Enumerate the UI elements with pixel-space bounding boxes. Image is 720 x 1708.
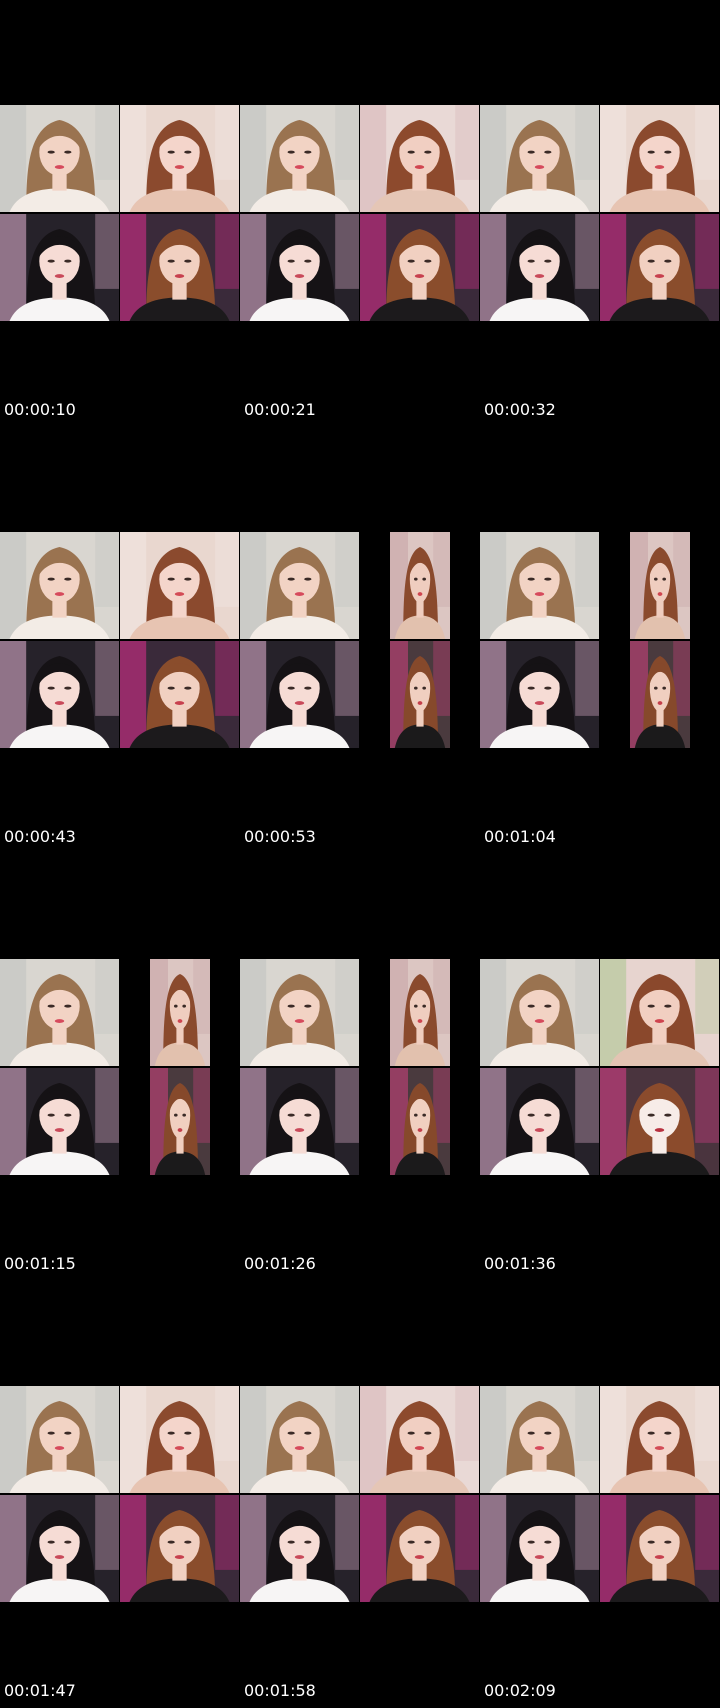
- frame-timestamp: 00:01:36: [484, 1254, 556, 1273]
- video-frame-thumbnail: [480, 641, 599, 748]
- video-frame-thumbnail: [120, 105, 239, 212]
- video-frame-thumbnail: [240, 959, 359, 1066]
- frame-timestamp: 00:00:21: [244, 400, 316, 419]
- video-frame-thumbnail: [120, 1495, 239, 1602]
- video-frame-thumbnail: [360, 105, 479, 212]
- video-frame-thumbnail: [120, 214, 239, 321]
- frame-timestamp: 00:02:09: [484, 1681, 556, 1700]
- frame-timestamp: 00:00:10: [4, 400, 76, 419]
- frame-timestamp: 00:00:53: [244, 827, 316, 846]
- video-frame-thumbnail: [0, 1386, 119, 1493]
- video-frame-thumbnail: [0, 1068, 119, 1175]
- video-frame-thumbnail: [240, 214, 359, 321]
- video-frame-thumbnail: [600, 105, 719, 212]
- video-frame-thumbnail: [480, 105, 599, 212]
- video-frame-thumbnail: [390, 532, 450, 639]
- video-frame-thumbnail: [360, 214, 479, 321]
- video-frame-thumbnail: [390, 959, 450, 1066]
- frame-timestamp: 00:01:47: [4, 1681, 76, 1700]
- video-frame-thumbnail: [240, 1068, 359, 1175]
- video-frame-thumbnail: [0, 641, 119, 748]
- video-frame-thumbnail: [600, 1495, 719, 1602]
- frame-timestamp: 00:01:04: [484, 827, 556, 846]
- video-frame-thumbnail: [390, 641, 450, 748]
- video-frame-thumbnail: [240, 1386, 359, 1493]
- video-frame-thumbnail: [480, 959, 599, 1066]
- video-frame-thumbnail: [0, 532, 119, 639]
- video-frame-thumbnail: [0, 1495, 119, 1602]
- video-frame-thumbnail: [0, 105, 119, 212]
- frame-timestamp: 00:01:58: [244, 1681, 316, 1700]
- video-frame-thumbnail: [600, 959, 719, 1066]
- video-frame-thumbnail: [480, 1068, 599, 1175]
- video-frame-thumbnail: [240, 532, 359, 639]
- video-frame-thumbnail: [480, 1386, 599, 1493]
- video-frame-thumbnail: [630, 532, 690, 639]
- video-frame-thumbnail: [360, 1495, 479, 1602]
- video-frame-thumbnail: [480, 214, 599, 321]
- video-frame-thumbnail: [600, 1068, 719, 1175]
- video-frame-thumbnail: [600, 1386, 719, 1493]
- video-frame-thumbnail: [150, 1068, 210, 1175]
- video-frame-thumbnail: [240, 105, 359, 212]
- video-frame-thumbnail: [240, 1495, 359, 1602]
- video-frame-thumbnail: [120, 641, 239, 748]
- video-frame-thumbnail: [240, 641, 359, 748]
- frame-timestamp: 00:00:32: [484, 400, 556, 419]
- video-frame-thumbnail: [360, 1386, 479, 1493]
- video-frame-thumbnail: [480, 1495, 599, 1602]
- video-frame-thumbnail: [600, 214, 719, 321]
- video-frame-thumbnail: [390, 1068, 450, 1175]
- video-frame-thumbnail: [0, 959, 119, 1066]
- video-frame-thumbnail: [480, 532, 599, 639]
- video-frame-thumbnail: [120, 532, 239, 639]
- frame-timestamp: 00:01:26: [244, 1254, 316, 1273]
- video-frame-thumbnail: [630, 641, 690, 748]
- frame-timestamp: 00:00:43: [4, 827, 76, 846]
- video-frame-thumbnail: [120, 1386, 239, 1493]
- video-frame-thumbnail: [150, 959, 210, 1066]
- video-frame-thumbnail: [0, 214, 119, 321]
- frame-timestamp: 00:01:15: [4, 1254, 76, 1273]
